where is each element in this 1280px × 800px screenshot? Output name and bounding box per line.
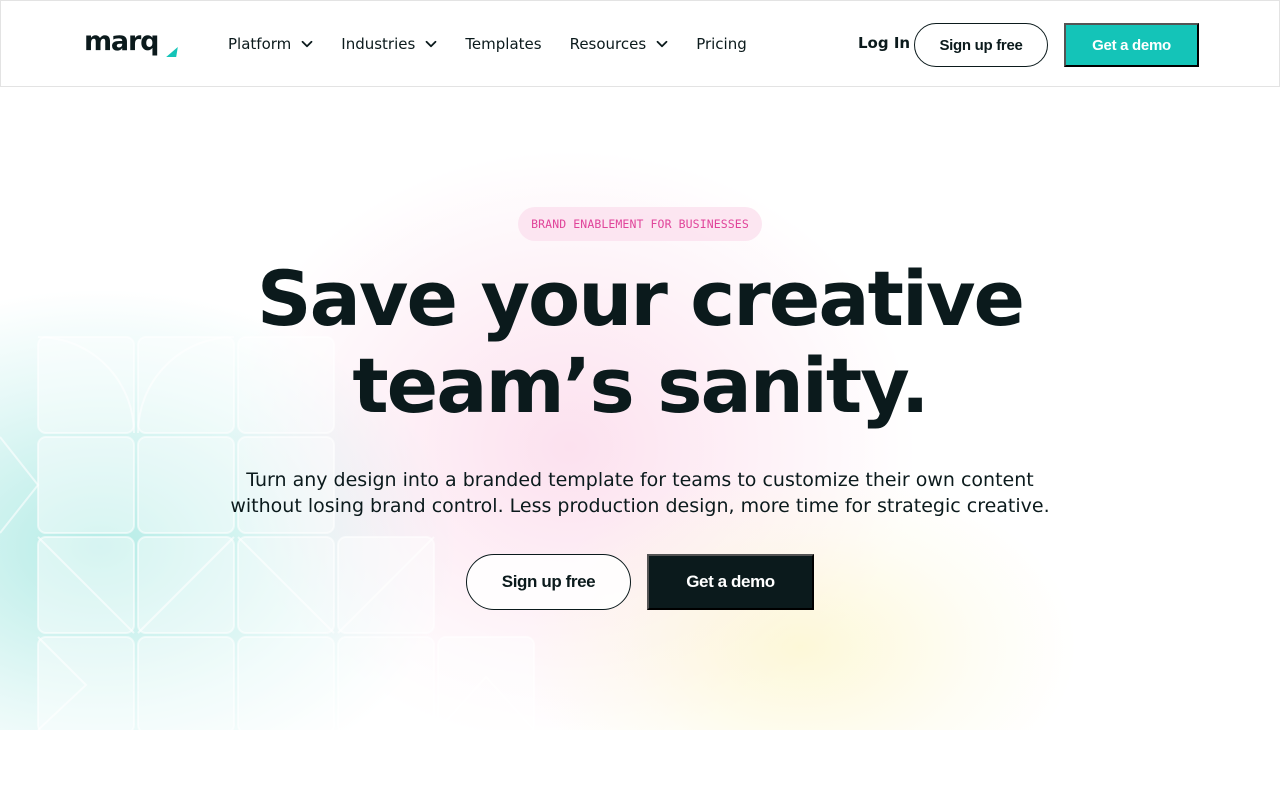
nav-item-label: Industries — [341, 35, 416, 53]
marq-logo[interactable]: marq — [84, 27, 180, 59]
logo-mark-icon — [166, 47, 180, 57]
subhead-line-1: Turn any design into a branded template … — [246, 469, 1034, 491]
hero-section: BRAND ENABLEMENT FOR BUSINESSES Save you… — [0, 87, 1280, 730]
subhead-line-2: without losing brand control. Less produ… — [230, 495, 1050, 517]
chevron-down-icon — [425, 40, 437, 48]
nav-item-label: Platform — [228, 35, 292, 53]
nav-item-label: Pricing — [696, 35, 747, 53]
main-nav: Platform Industries Templates Resources … — [228, 31, 775, 57]
login-link[interactable]: Log In — [858, 34, 910, 52]
hero-demo-button[interactable]: Get a demo — [647, 554, 814, 610]
hero-badge: BRAND ENABLEMENT FOR BUSINESSES — [518, 207, 762, 241]
nav-item-platform[interactable]: Platform — [228, 35, 313, 53]
nav-item-resources[interactable]: Resources — [570, 35, 669, 53]
headline-line-2: team’s sanity. — [352, 341, 929, 430]
nav-item-label: Resources — [569, 35, 647, 53]
site-header: marq Platform Industries Templates Resou… — [0, 0, 1280, 87]
hero-subheading: Turn any design into a branded template … — [200, 467, 1080, 519]
logo-text: marq — [84, 26, 159, 57]
header-signup-button[interactable]: Sign up free — [914, 23, 1048, 67]
nav-item-pricing[interactable]: Pricing — [696, 35, 747, 53]
nav-item-industries[interactable]: Industries — [341, 35, 437, 53]
header-demo-button[interactable]: Get a demo — [1064, 23, 1199, 67]
nav-item-templates[interactable]: Templates — [465, 35, 541, 53]
hero-signup-button[interactable]: Sign up free — [466, 554, 631, 610]
nav-item-label: Templates — [465, 35, 542, 53]
headline-line-1: Save your creative — [256, 254, 1025, 343]
chevron-down-icon — [301, 40, 313, 48]
hero-headline: Save your creative team’s sanity. — [190, 255, 1090, 429]
chevron-down-icon — [656, 40, 668, 48]
